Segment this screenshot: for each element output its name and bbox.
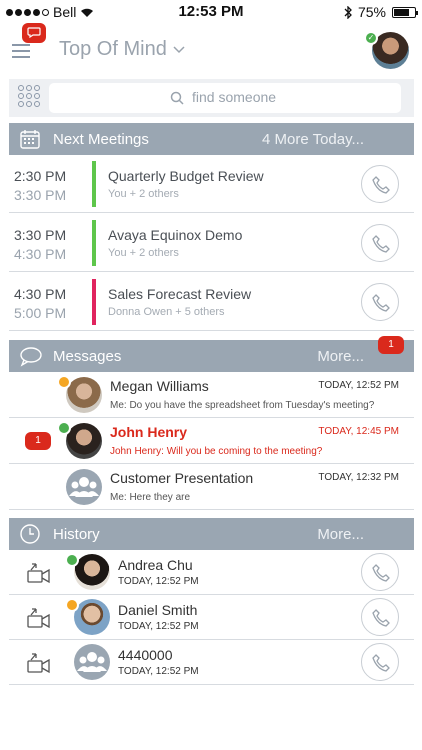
presence-available-icon — [57, 421, 71, 435]
meeting-attendees: You + 2 others — [108, 247, 179, 259]
history-section-title: History — [53, 526, 100, 543]
message-sender: Customer Presentation — [110, 470, 254, 486]
call-button[interactable] — [361, 643, 399, 681]
app-header: Top Of Mind ✓ — [0, 23, 422, 78]
message-sender: John Henry — [110, 424, 188, 440]
history-row[interactable]: Daniel Smith TODAY, 12:52 PM — [9, 595, 414, 640]
message-time: TODAY, 12:52 PM — [318, 380, 399, 391]
history-time: TODAY, 12:52 PM — [118, 621, 199, 632]
presence-available-icon: ✓ — [364, 31, 378, 45]
unread-badge: 1 — [25, 432, 51, 450]
meeting-title: Quarterly Budget Review — [108, 168, 264, 184]
history-contact: Andrea Chu — [118, 557, 193, 573]
chevron-down-icon — [173, 45, 185, 53]
hamburger-icon[interactable] — [12, 44, 30, 58]
meetings-more-link[interactable]: 4 More Today... — [262, 131, 364, 148]
clock-icon — [20, 524, 40, 544]
group-avatar-icon — [74, 644, 110, 680]
meeting-end: 5:00 PM — [14, 305, 67, 321]
search-icon — [170, 91, 184, 105]
meeting-row[interactable]: 4:30 PM 5:00 PM Sales Forecast Review Do… — [9, 273, 414, 331]
call-button[interactable] — [361, 165, 399, 203]
app-screen: Bell 12:53 PM 75% Top Of Mind ✓ find som… — [0, 0, 422, 750]
meeting-row[interactable]: 3:30 PM 4:30 PM Avaya Equinox Demo You +… — [9, 214, 414, 272]
search-placeholder: find someone — [192, 89, 277, 105]
search-bar: find someone — [9, 79, 414, 117]
meeting-start: 2:30 PM — [14, 168, 67, 184]
meeting-row[interactable]: 2:30 PM 3:30 PM Quarterly Budget Review … — [9, 155, 414, 213]
bluetooth-icon — [344, 5, 352, 19]
meeting-color-bar — [92, 279, 96, 325]
avatar — [74, 554, 110, 590]
history-time: TODAY, 12:52 PM — [118, 576, 199, 587]
chat-bubble-icon[interactable] — [22, 23, 46, 43]
meeting-color-bar — [92, 161, 96, 207]
message-preview: Me: Do you have the spreadsheet from Tue… — [110, 400, 375, 411]
avatar — [74, 599, 110, 635]
status-bar: Bell 12:53 PM 75% — [0, 0, 422, 24]
group-avatar-icon — [66, 469, 102, 505]
phone-icon — [372, 294, 390, 312]
outgoing-video-call-icon — [27, 653, 50, 674]
presence-away-icon — [65, 598, 79, 612]
meeting-title: Sales Forecast Review — [108, 286, 252, 302]
avatar — [66, 423, 102, 459]
avatar — [66, 377, 102, 413]
messages-section-title: Messages — [53, 348, 122, 365]
message-time: TODAY, 12:32 PM — [318, 472, 399, 483]
outgoing-video-call-icon — [27, 608, 50, 629]
call-button[interactable] — [361, 553, 399, 591]
messages-section-header: Messages More... — [9, 340, 414, 372]
messages-more-link[interactable]: More... — [317, 348, 364, 365]
meeting-end: 4:30 PM — [14, 246, 67, 262]
presence-away-icon — [57, 375, 71, 389]
battery-icon — [392, 6, 418, 18]
call-button[interactable] — [361, 224, 399, 262]
messages-unread-badge: 1 — [378, 336, 404, 354]
message-sender: Megan Williams — [110, 378, 209, 394]
history-row[interactable]: 4440000 TODAY, 12:52 PM — [9, 640, 414, 685]
history-row[interactable]: Andrea Chu TODAY, 12:52 PM — [9, 550, 414, 595]
message-preview: Me: Here they are — [110, 492, 191, 503]
history-section-header: History More... — [9, 518, 414, 550]
phone-icon — [372, 654, 390, 672]
call-button[interactable] — [361, 598, 399, 636]
meeting-end: 3:30 PM — [14, 187, 67, 203]
meeting-start: 3:30 PM — [14, 227, 67, 243]
history-contact: 4440000 — [118, 647, 173, 663]
view-selector[interactable]: Top Of Mind — [59, 38, 185, 61]
meetings-section-title: Next Meetings — [53, 131, 149, 148]
message-preview: John Henry: Will you be coming to the me… — [110, 446, 323, 457]
phone-icon — [372, 564, 390, 582]
phone-icon — [372, 235, 390, 253]
meeting-attendees: Donna Owen + 5 others — [108, 306, 225, 318]
meeting-attendees: You + 2 others — [108, 188, 179, 200]
battery-percent: 75% — [357, 4, 386, 20]
phone-icon — [372, 176, 390, 194]
message-row[interactable]: Customer Presentation TODAY, 12:32 PM Me… — [9, 464, 414, 510]
meeting-start: 4:30 PM — [14, 286, 67, 302]
phone-icon — [372, 609, 390, 627]
meetings-section-header: Next Meetings 4 More Today... — [9, 123, 414, 155]
speech-bubble-icon — [20, 347, 42, 367]
outgoing-video-call-icon — [27, 563, 50, 584]
message-time: TODAY, 12:45 PM — [318, 426, 399, 437]
status-right: 75% — [344, 4, 418, 20]
call-button[interactable] — [361, 283, 399, 321]
history-contact: Daniel Smith — [118, 602, 198, 618]
message-row[interactable]: Megan Williams TODAY, 12:52 PM Me: Do yo… — [9, 372, 414, 418]
dialpad-icon[interactable] — [18, 85, 40, 107]
page-title: Top Of Mind — [59, 38, 167, 60]
calendar-icon — [20, 130, 40, 149]
message-row[interactable]: 1 John Henry TODAY, 12:45 PM John Henry:… — [9, 418, 414, 464]
meeting-title: Avaya Equinox Demo — [108, 227, 243, 243]
history-more-link[interactable]: More... — [317, 526, 364, 543]
history-time: TODAY, 12:52 PM — [118, 666, 199, 677]
search-input[interactable]: find someone — [49, 83, 401, 113]
presence-available-icon — [65, 553, 79, 567]
meeting-color-bar — [92, 220, 96, 266]
